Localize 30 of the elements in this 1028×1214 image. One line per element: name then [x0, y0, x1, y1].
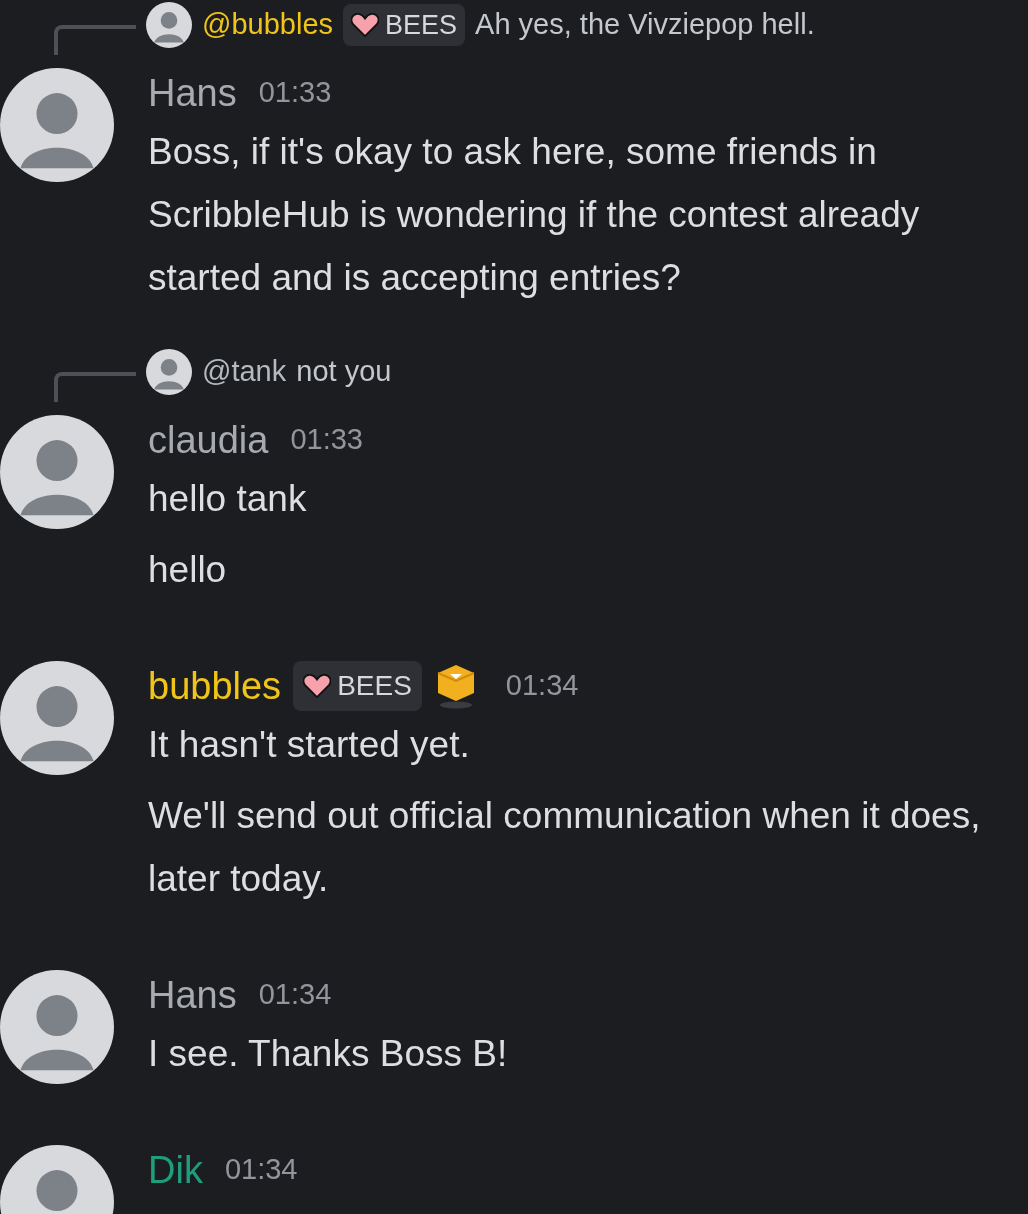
author-name[interactable]: claudia — [148, 411, 269, 469]
avatar-icon[interactable] — [0, 970, 114, 1084]
heart-icon — [303, 674, 332, 698]
reply-text: Ah yes, the Vivziepop hell. — [475, 7, 815, 43]
author-name[interactable]: Hans — [148, 966, 237, 1024]
reply-author[interactable]: @tank — [202, 350, 287, 394]
avatar-icon[interactable] — [146, 2, 192, 48]
message-text: hello — [148, 548, 228, 592]
author-name[interactable]: Hans — [148, 64, 237, 122]
avatar-icon[interactable] — [146, 349, 192, 395]
timestamp: 01:33 — [290, 422, 363, 458]
avatar-icon[interactable] — [0, 415, 114, 529]
message-text: hello tank — [148, 477, 308, 521]
heart-icon — [351, 13, 380, 37]
message-text: It hasn't started yet. — [148, 723, 471, 767]
message-text: Boss, if it's okay to ask here, some friends in ScribbleHub is wondering if the contest already started and is accepting entries? — [148, 130, 921, 300]
reply-text: not you — [296, 354, 392, 390]
timestamp: 01:34 — [505, 668, 579, 704]
timestamp: 01:33 — [258, 75, 332, 111]
message-text: We'll send out official communication when it does, later today. — [148, 794, 982, 901]
avatar-icon[interactable] — [0, 661, 114, 775]
timestamp: 01:34 — [258, 977, 332, 1013]
author-name[interactable]: Dik — [148, 1141, 203, 1199]
timestamp: 01:34 — [224, 1152, 298, 1188]
role-badge: BEES — [343, 4, 466, 46]
reply-author[interactable]: @bubbles — [202, 3, 334, 47]
avatar-icon[interactable] — [0, 68, 114, 182]
role-badge: BEES — [293, 661, 422, 711]
message-text: I see. Thanks Boss B! — [148, 1032, 509, 1076]
author-name[interactable]: bubbles — [148, 657, 282, 715]
